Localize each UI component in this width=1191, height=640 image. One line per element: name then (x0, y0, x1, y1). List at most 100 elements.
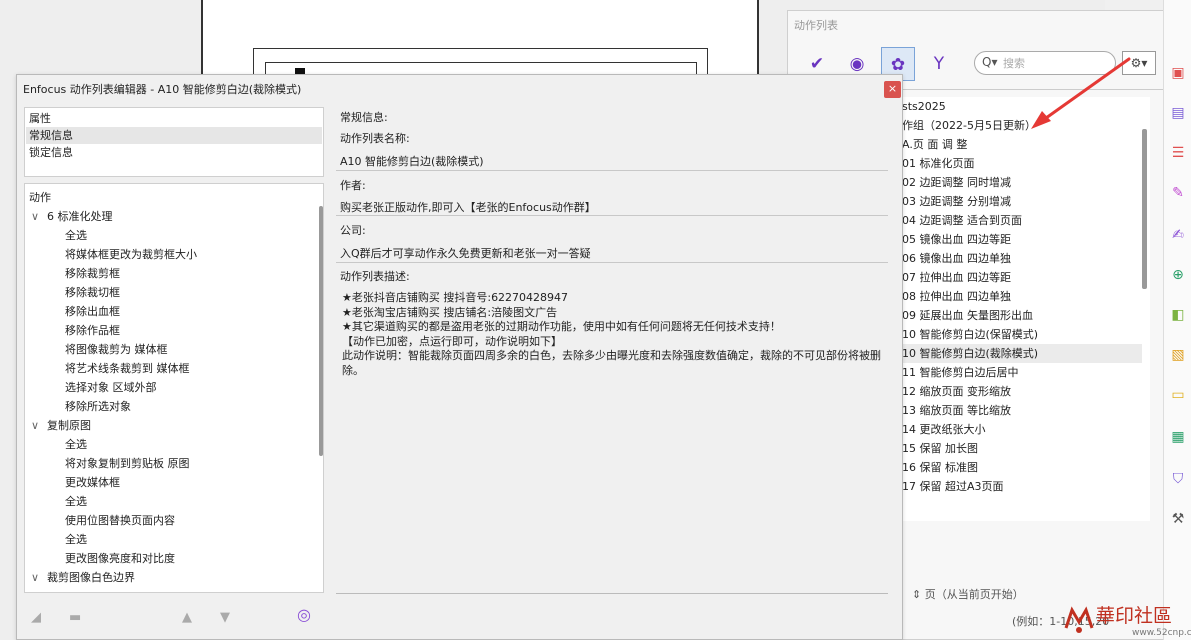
attributes-panel: 属性常规信息 锁定信息 (24, 107, 324, 177)
action-list-item[interactable]: 11 智能修剪白边后居中 (902, 363, 1142, 382)
action-list-item[interactable]: 10 智能修剪白边(保留模式) (902, 325, 1142, 344)
organize-icon[interactable]: ☰ (1169, 144, 1187, 162)
tree-step[interactable]: 使用位图替换页面内容 (65, 511, 175, 530)
tree-item-label: 移除裁切框 (65, 286, 120, 299)
tree-step[interactable]: 选择对象 区域外部 (65, 378, 157, 397)
info-bottom-line (336, 593, 888, 594)
tree-item-label: 将艺术线条裁剪到 媒体框 (65, 362, 190, 375)
add-step-icon[interactable]: ◢ (31, 610, 41, 625)
description-label: 动作列表描述: (340, 270, 410, 283)
action-list-item[interactable]: 03 边距调整 分别增减 (902, 192, 1142, 211)
action-list-item[interactable]: 06 镜像出血 四边单独 (902, 249, 1142, 268)
action-list-item[interactable]: 17 保留 超过A3页面 (902, 477, 1142, 496)
search-icon: Q▾ (982, 55, 998, 69)
comment-file-icon[interactable]: ▧ (1169, 346, 1187, 364)
tree-step[interactable]: 移除裁剪框 (65, 264, 120, 283)
action-list-item[interactable]: 05 镜像出血 四边等距 (902, 230, 1142, 249)
tree-item-label: 全选 (65, 533, 87, 546)
dialog-title: Enfocus 动作列表编辑器 - A10 智能修剪白边(裁除模式) (23, 83, 302, 96)
gear-icon: ✿ (890, 55, 906, 75)
move-down-icon[interactable]: ▼ (220, 610, 230, 625)
watermark-text: 華印社區 (1096, 605, 1173, 627)
tree-item-label: 全选 (65, 495, 87, 508)
action-list-item[interactable]: 04 边距调整 适合到页面 (902, 211, 1142, 230)
tree-step[interactable]: 全选 (65, 226, 87, 245)
general-info-title: 常规信息: (340, 111, 388, 124)
tree-item-label: 全选 (65, 438, 87, 451)
tree-step[interactable]: 将媒体框更改为裁剪框大小 (65, 245, 197, 264)
expand-chevron-icon[interactable]: ∨ (31, 207, 47, 226)
tree-step[interactable]: 将图像裁剪为 媒体框 (65, 340, 168, 359)
action-list-item[interactable]: 08 拉伸出血 四边单独 (902, 287, 1142, 306)
author-field[interactable]: 购买老张正版动作,即可入【老张的Enfocus动作群】 (340, 199, 596, 215)
tree-scrollbar[interactable] (319, 206, 323, 456)
tree-step[interactable]: 更改媒体框 (65, 473, 120, 492)
sign-icon[interactable]: ✍ (1169, 226, 1187, 244)
action-list-item[interactable]: A.页 面 调 整 (902, 135, 1142, 154)
tree-step[interactable]: 全选 (65, 435, 87, 454)
tree-item-label: 将媒体框更改为裁剪框大小 (65, 248, 197, 261)
action-list-item[interactable]: 12 缩放页面 变形缩放 (902, 382, 1142, 401)
company-field[interactable]: 入Q群后才可享动作永久免费更新和老张一对一答疑 (340, 245, 591, 261)
edit-pdf-icon[interactable]: ✎ (1169, 184, 1187, 202)
preview-glasses-icon[interactable]: ◎ (297, 605, 311, 624)
tree-item-label: 6 标准化处理 (47, 210, 113, 223)
filter-icon: Y (933, 54, 945, 74)
check-icon: ✔ (809, 54, 825, 74)
action-list-item[interactable]: 02 边距调整 同时增减 (902, 173, 1142, 192)
add-file-icon[interactable]: ▣ (1169, 64, 1187, 82)
export-icon[interactable]: ▤ (1169, 104, 1187, 122)
tree-item-label: 全选 (65, 229, 87, 242)
tree-step[interactable]: 将对象复制到剪贴板 原图 (65, 454, 190, 473)
tree-step[interactable]: 移除作品框 (65, 321, 120, 340)
page-range-hint-text: 页（从当前页开始） (924, 588, 1024, 601)
action-list-item[interactable]: 14 更改纸张大小 (902, 420, 1142, 439)
tree-step[interactable]: 移除出血框 (65, 302, 120, 321)
tree-step[interactable]: 全选 (65, 492, 87, 511)
tree-group[interactable]: ∨ 裁剪图像白色边界 (31, 568, 135, 587)
close-button[interactable]: × (884, 81, 901, 98)
tools-icon[interactable]: ⚒ (1169, 510, 1187, 528)
tree-item-label: 移除作品框 (65, 324, 120, 337)
comment-icon[interactable]: ▭ (1169, 386, 1187, 404)
scan-icon[interactable]: ▦ (1169, 428, 1187, 446)
tree-step[interactable]: 移除裁切框 (65, 283, 120, 302)
combine-icon[interactable]: ⊕ (1169, 266, 1187, 284)
attribute-item[interactable]: 锁定信息 (29, 144, 73, 161)
filter-tool-button[interactable]: Y (922, 47, 956, 81)
tree-step[interactable]: 更改图像亮度和对比度 (65, 549, 175, 568)
action-list-item[interactable]: 16 保留 标准图 (902, 458, 1142, 477)
watermark-logo-icon (1064, 606, 1094, 633)
protect-icon[interactable]: ⛉ (1169, 470, 1187, 488)
tree-step[interactable]: 移除所选对象 (65, 397, 131, 416)
tree-group[interactable]: ∨ 复制原图 (31, 416, 91, 435)
action-list-item[interactable]: 15 保留 加长图 (902, 439, 1142, 458)
right-tool-strip: ▣ ▤ ☰ ✎ ✍ ⊕ ◧ ▧ ▭ ▦ ⛉ ⚒ (1163, 0, 1191, 640)
compare-icon[interactable]: ◧ (1169, 306, 1187, 324)
action-list-item[interactable]: 10 智能修剪白边(裁除模式) (902, 344, 1142, 363)
author-label: 作者: (340, 179, 366, 192)
remove-step-icon[interactable]: ▬ (69, 610, 81, 625)
page-range-hint: ⇕ 页（从当前页开始） (912, 588, 1024, 601)
close-icon: × (887, 82, 898, 95)
action-list-item[interactable]: 13 缩放页面 等比缩放 (902, 401, 1142, 420)
move-up-icon[interactable]: ▲ (182, 610, 192, 625)
tree-step[interactable]: 将艺术线条裁剪到 媒体框 (65, 359, 190, 378)
expand-chevron-icon[interactable]: ∨ (31, 416, 47, 435)
name-underline (336, 170, 888, 171)
description-field[interactable]: ★老张抖音店铺购买 搜抖音号:62270428947 ★老张淘宝店铺购买 搜店铺名… (336, 289, 888, 409)
attribute-item: 属性 (29, 112, 51, 125)
tree-step[interactable]: 全选 (65, 530, 87, 549)
attribute-item[interactable]: 常规信息 (26, 127, 322, 144)
tree-group[interactable]: ∨ 6 标准化处理 (31, 207, 113, 226)
author-underline (336, 215, 888, 216)
expand-chevron-icon[interactable]: ∨ (31, 568, 47, 587)
action-list-item[interactable]: 01 标准化页面 (902, 154, 1142, 173)
action-list-item[interactable]: 09 延展出血 矢量图形出血 (902, 306, 1142, 325)
description-line: 除。 (342, 363, 364, 377)
tree-item-label: 复制原图 (47, 419, 91, 432)
general-info-panel: 常规信息: 动作列表名称: A10 智能修剪白边(裁除模式) 作者: 购买老张正… (336, 107, 888, 597)
action-list-scrollbar[interactable] (1142, 129, 1147, 289)
action-list-item[interactable]: 07 拉伸出血 四边等距 (902, 268, 1142, 287)
name-field[interactable]: A10 智能修剪白边(裁除模式) (340, 153, 484, 169)
